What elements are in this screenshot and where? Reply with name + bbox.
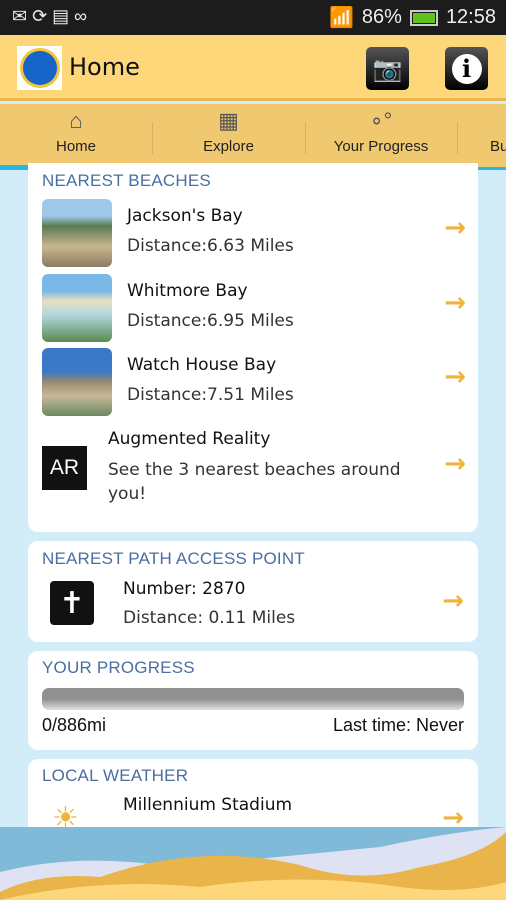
tab-label: Explore bbox=[203, 138, 254, 155]
tab-label: Bu bbox=[490, 138, 506, 155]
beach-item[interactable]: Whitmore Bay Distance:6.95 Miles → bbox=[42, 274, 466, 342]
app-header: Home 📷 i bbox=[0, 35, 506, 101]
path-number: Number: 2870 bbox=[123, 579, 246, 599]
ar-description: See the 3 nearest beaches around you! bbox=[108, 460, 401, 504]
augmented-reality-item[interactable]: AR Augmented Reality See the 3 nearest b… bbox=[42, 429, 466, 509]
beach-distance: Distance:6.63 Miles bbox=[127, 236, 294, 256]
beach-distance: Distance:7.51 Miles bbox=[127, 385, 294, 405]
signpost-icon: ✝ bbox=[50, 581, 94, 625]
beach-name: Whitmore Bay bbox=[127, 281, 248, 301]
path-access-card[interactable]: NEAREST PATH ACCESS POINT ✝ Number: 2870… bbox=[28, 541, 478, 642]
info-button[interactable]: i bbox=[445, 47, 488, 90]
wifi-icon: 📶 bbox=[329, 7, 354, 29]
beach-thumbnail bbox=[42, 274, 112, 342]
camera-icon: 📷 bbox=[372, 54, 403, 83]
arrow-right-icon: → bbox=[442, 586, 464, 616]
beach-distance: Distance:6.95 Miles bbox=[127, 311, 294, 331]
ar-title: Augmented Reality bbox=[108, 429, 271, 449]
page-title: Home bbox=[69, 53, 140, 81]
section-heading: NEAREST PATH ACCESS POINT bbox=[42, 549, 305, 568]
home-icon: ⌂ bbox=[69, 108, 83, 133]
tab-more[interactable]: Bu bbox=[458, 104, 506, 170]
arrow-right-icon: → bbox=[444, 362, 466, 392]
beach-item[interactable]: Watch House Bay Distance:7.51 Miles → bbox=[42, 348, 466, 416]
tab-label: Home bbox=[55, 138, 96, 155]
tab-explore[interactable]: ▦ Explore bbox=[152, 104, 305, 170]
beach-thumbnail bbox=[42, 348, 112, 416]
tab-bar: ⌂ Home ▦ Explore ∘° Your Progress Bu bbox=[0, 104, 506, 170]
battery-icon bbox=[409, 9, 438, 26]
progress-card[interactable]: YOUR PROGRESS 0/886mi Last time: Never bbox=[28, 651, 478, 750]
camera-button[interactable]: 📷 bbox=[366, 47, 409, 90]
app-logo bbox=[17, 46, 62, 90]
progress-value: 0/886mi bbox=[42, 715, 107, 735]
arrow-right-icon: → bbox=[444, 288, 466, 318]
progress-bar bbox=[42, 688, 464, 710]
weather-location: Millennium Stadium bbox=[123, 795, 293, 815]
arrow-right-icon: → bbox=[444, 449, 466, 479]
beach-name: Jackson's Bay bbox=[127, 206, 243, 226]
path-distance: Distance: 0.11 Miles bbox=[123, 608, 296, 628]
ar-icon: AR bbox=[42, 446, 87, 490]
section-heading: LOCAL WEATHER bbox=[42, 766, 189, 785]
map-icon: ▦ bbox=[218, 108, 239, 133]
tab-your-progress[interactable]: ∘° Your Progress bbox=[305, 104, 457, 170]
beach-item[interactable]: Jackson's Bay Distance:6.63 Miles → bbox=[42, 199, 466, 267]
section-heading: NEAREST BEACHES bbox=[42, 171, 211, 190]
beach-name: Watch House Bay bbox=[127, 355, 277, 375]
clock: 12:58 bbox=[445, 6, 496, 28]
tab-label: Your Progress bbox=[333, 138, 429, 155]
nearest-beaches-card: NEAREST BEACHES Jackson's Bay Distance:6… bbox=[28, 163, 478, 532]
section-heading: YOUR PROGRESS bbox=[42, 658, 195, 677]
last-time: Last time: Never bbox=[332, 715, 464, 735]
battery-percent: 86% bbox=[361, 6, 402, 28]
notification-icons: ✉ ⟳ ▤ ∞ bbox=[12, 6, 88, 26]
status-bar: ✉ ⟳ ▤ ∞ 📶 86% 12:58 bbox=[0, 0, 506, 35]
tab-home[interactable]: ⌂ Home bbox=[0, 104, 152, 170]
progress-icon: ∘° bbox=[369, 108, 393, 133]
beach-footer-illustration bbox=[0, 827, 506, 900]
beach-thumbnail bbox=[42, 199, 112, 267]
arrow-right-icon: → bbox=[444, 213, 466, 243]
info-icon: i bbox=[451, 53, 482, 84]
